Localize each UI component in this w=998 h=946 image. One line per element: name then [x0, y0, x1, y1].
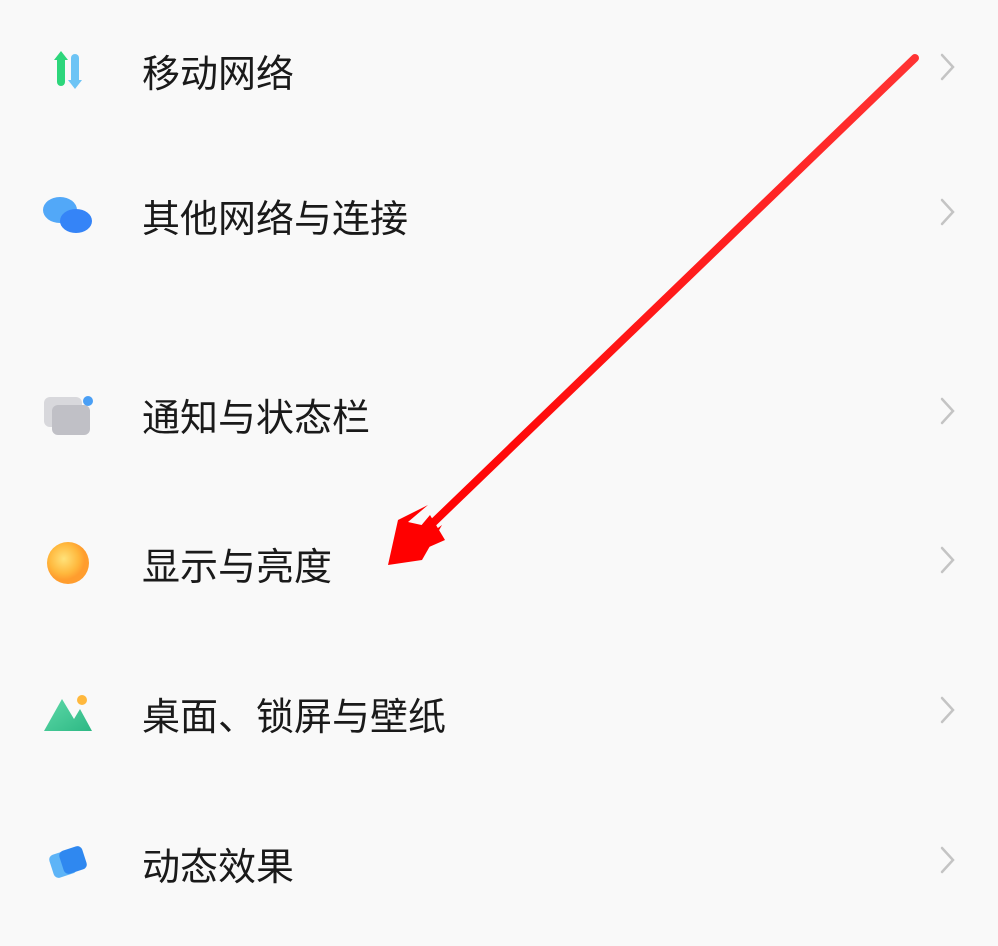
animation-effects-icon: [42, 837, 94, 889]
settings-item-label: 动态效果: [142, 836, 940, 891]
chevron-right-icon: [940, 846, 956, 881]
settings-item-label: 通知与状态栏: [142, 387, 940, 442]
other-connections-icon: [42, 189, 94, 241]
chevron-right-icon: [940, 546, 956, 581]
settings-item-label: 其他网络与连接: [142, 188, 940, 243]
settings-item-other-connections[interactable]: 其他网络与连接: [0, 140, 998, 290]
chevron-right-icon: [940, 198, 956, 233]
settings-list: 移动网络 其他网络与连接 通知与状态栏: [0, 0, 998, 938]
settings-item-label: 显示与亮度: [142, 536, 940, 591]
chevron-right-icon: [940, 53, 956, 88]
section-divider: [0, 290, 998, 340]
settings-item-label: 桌面、锁屏与壁纸: [142, 686, 940, 741]
settings-item-mobile-network[interactable]: 移动网络: [0, 0, 998, 140]
notification-bar-icon: [42, 388, 94, 440]
settings-item-home-wallpaper[interactable]: 桌面、锁屏与壁纸: [0, 638, 998, 788]
settings-item-label: 移动网络: [142, 43, 940, 98]
settings-item-display-brightness[interactable]: 显示与亮度: [0, 488, 998, 638]
settings-item-notification-bar[interactable]: 通知与状态栏: [0, 340, 998, 488]
mobile-network-icon: [42, 44, 94, 96]
settings-item-animation-effects[interactable]: 动态效果: [0, 788, 998, 938]
chevron-right-icon: [940, 696, 956, 731]
home-wallpaper-icon: [42, 687, 94, 739]
display-brightness-icon: [42, 537, 94, 589]
chevron-right-icon: [940, 397, 956, 432]
